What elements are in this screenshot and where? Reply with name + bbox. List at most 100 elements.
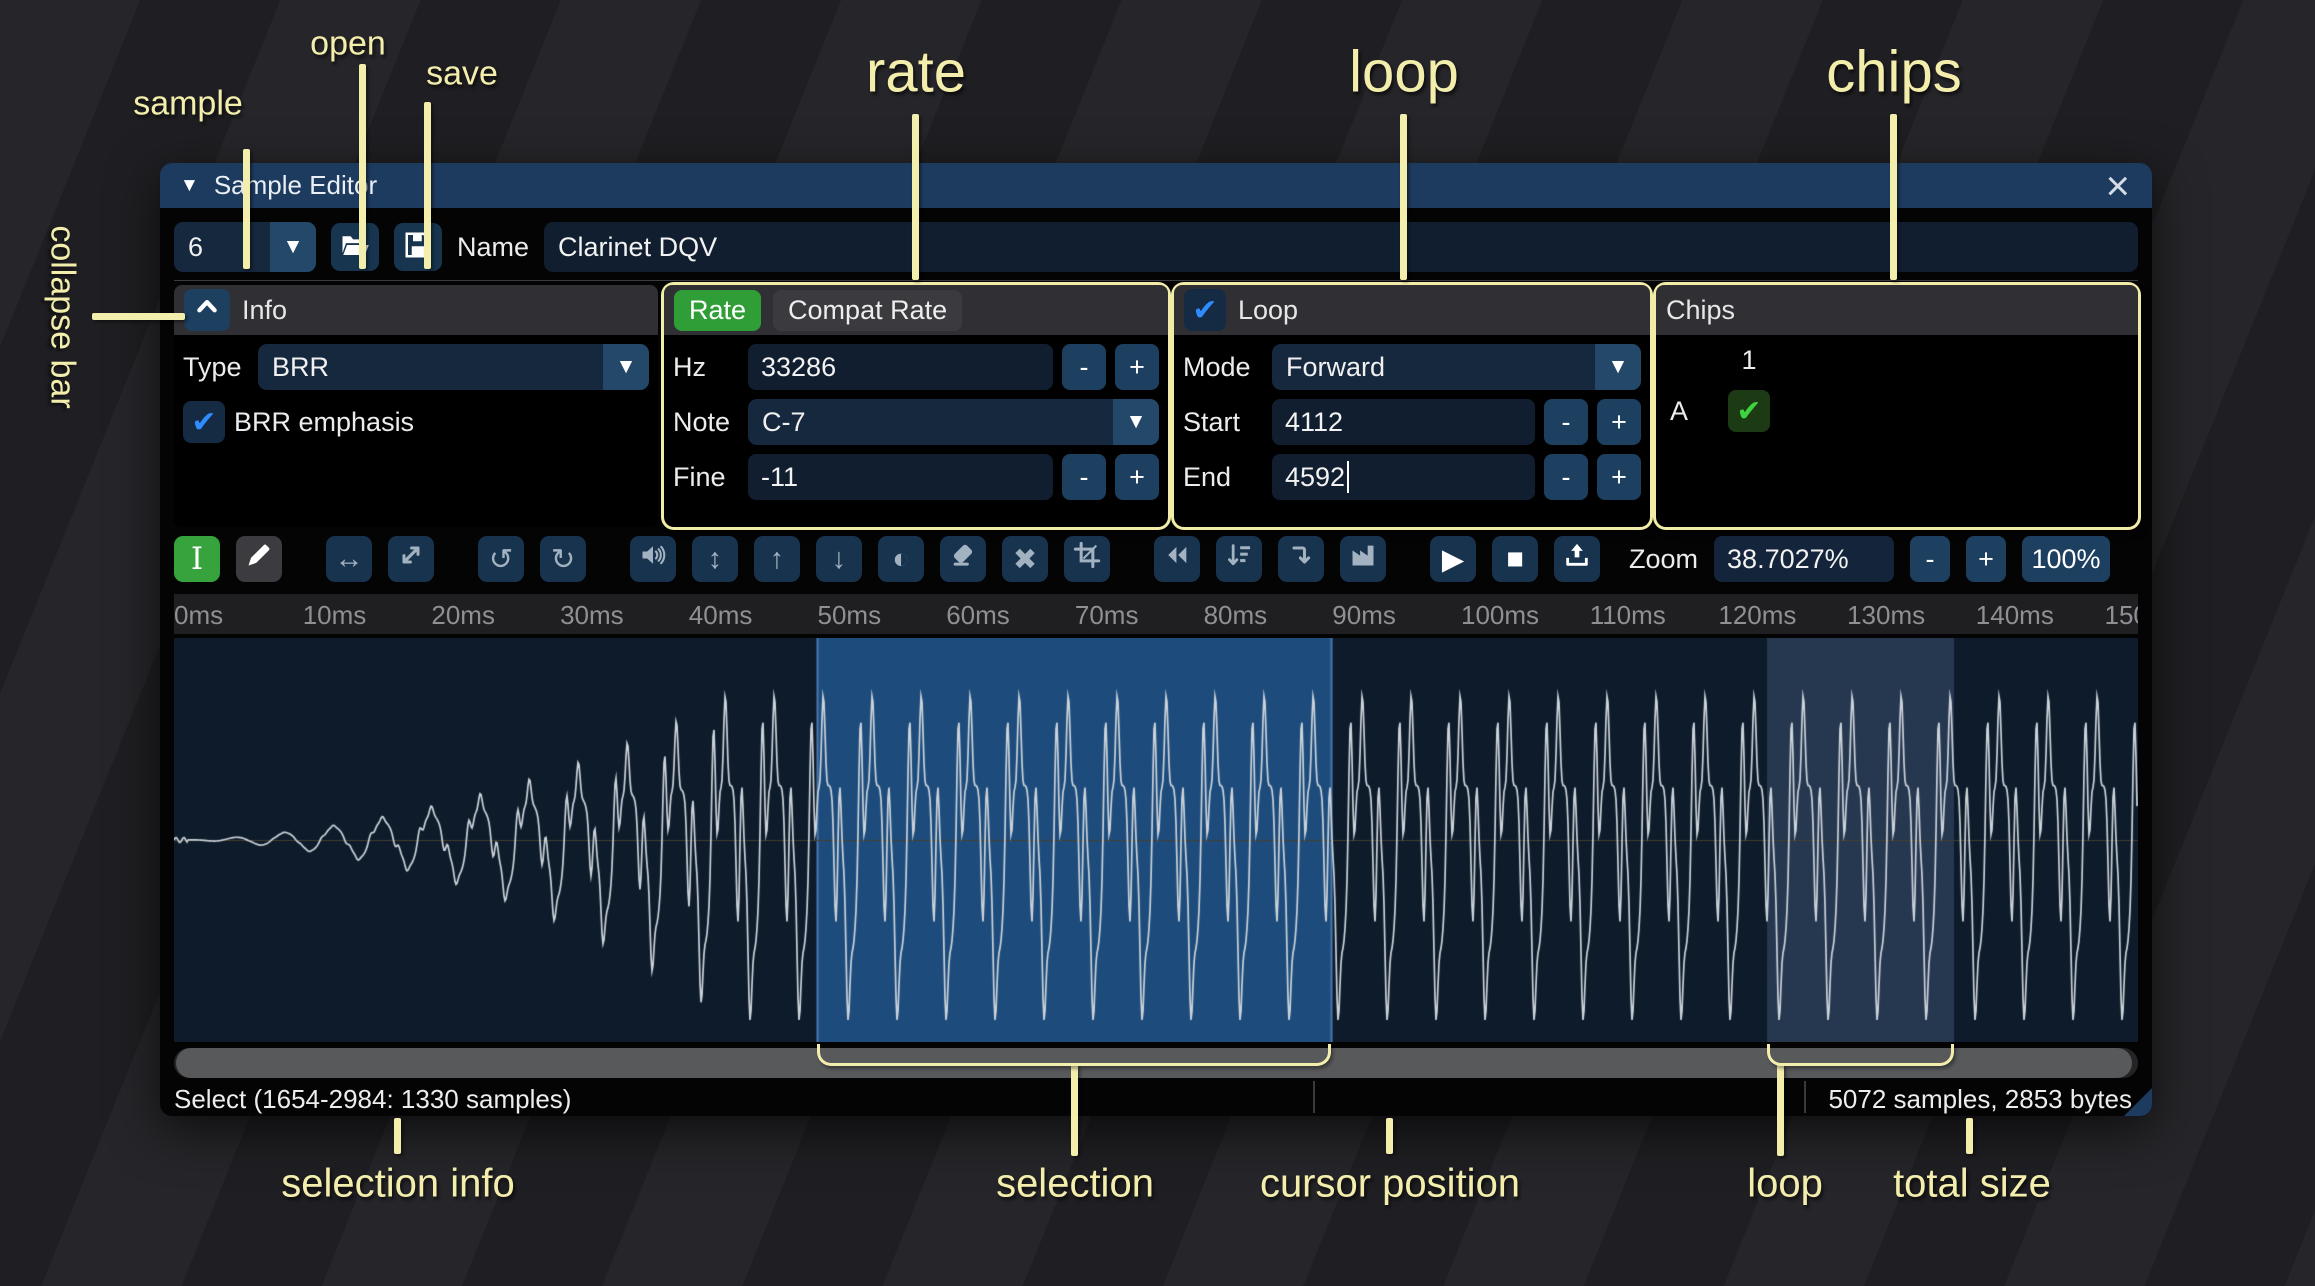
stop-button[interactable]: ■: [1492, 536, 1538, 582]
undo-button[interactable]: ↺: [478, 536, 524, 582]
ruler-label: 70ms: [1074, 600, 1139, 630]
type-dropdown[interactable]: BRR ▼: [258, 344, 649, 390]
fade-out-button[interactable]: ↓: [816, 536, 862, 582]
annotation-total-size: total size: [1893, 1161, 2051, 1206]
draw-tool-button[interactable]: [236, 536, 282, 582]
tab-compat-rate[interactable]: Compat Rate: [773, 289, 963, 331]
fine-input[interactable]: -11: [748, 454, 1053, 500]
divider: [174, 280, 2138, 281]
tab-rate[interactable]: Rate: [674, 289, 762, 331]
loop-start-input[interactable]: 4112: [1272, 399, 1535, 445]
ruler-label: 0ms: [174, 600, 224, 630]
create-instrument-button[interactable]: [1340, 536, 1386, 582]
mode-label: Mode: [1183, 351, 1251, 382]
hz-plus-button[interactable]: +: [1115, 344, 1159, 390]
loop-body: Mode Forward ▼ Start 4112 - + End 4592 -…: [1174, 335, 1650, 527]
chip-enable-checkbox[interactable]: ✔: [1728, 390, 1770, 432]
ruler-label: 10ms: [302, 600, 367, 630]
ruler-label: 20ms: [431, 600, 495, 630]
loop-start-plus-button[interactable]: +: [1597, 399, 1641, 445]
info-panel: Info Type BRR ▼ ✔ BRR emphasis: [174, 285, 658, 527]
waveform-display[interactable]: [174, 638, 2138, 1042]
annotation-line-loop: [1400, 114, 1407, 280]
type-label: Type: [183, 351, 242, 382]
play-icon: ▶: [1441, 543, 1465, 576]
fine-plus-button[interactable]: +: [1115, 454, 1159, 500]
annotation-bracket-selection: [817, 1044, 1331, 1066]
annotation-selection-info: selection info: [281, 1161, 515, 1206]
ruler-label: 110ms: [1589, 600, 1666, 630]
info-body: Type BRR ▼ ✔ BRR emphasis: [174, 335, 658, 527]
status-bar: Select (1654-2984: 1330 samples) 5072 sa…: [174, 1081, 2138, 1114]
loop-mode-dropdown[interactable]: Forward ▼: [1272, 344, 1641, 390]
note-dropdown[interactable]: C-7 ▼: [748, 399, 1159, 445]
save-sample-button[interactable]: [394, 223, 442, 271]
loop-start-minus-button[interactable]: -: [1544, 399, 1588, 445]
open-sample-button[interactable]: [331, 223, 379, 271]
brr-emphasis-checkbox[interactable]: ✔: [183, 401, 225, 443]
name-input[interactable]: Clarinet DQV: [544, 222, 2138, 272]
ruler-label: 80ms: [1203, 600, 1268, 630]
reverse-button[interactable]: [1154, 536, 1200, 582]
zoom-out-button[interactable]: -: [1910, 536, 1951, 582]
zoom-in-button[interactable]: +: [1966, 536, 2007, 582]
arrow-up-icon: ↑: [769, 542, 785, 575]
window-collapse-icon[interactable]: ▼: [180, 175, 199, 197]
selection-info-text: Select (1654-2984: 1330 samples): [174, 1084, 572, 1114]
normalize-button[interactable]: ↕: [692, 536, 738, 582]
insert-button[interactable]: [1278, 536, 1324, 582]
redo-button[interactable]: ↻: [540, 536, 586, 582]
annotation-chips: chips: [1826, 39, 1962, 105]
ibeam-icon: I: [190, 541, 204, 577]
brr-emphasis-label: BRR emphasis: [234, 406, 415, 437]
play-button[interactable]: ▶: [1430, 536, 1476, 582]
annotation-rate: rate: [866, 39, 966, 105]
expand-diagonal-icon: [397, 541, 425, 577]
hz-input[interactable]: 33286: [748, 344, 1053, 390]
window-body: 6 ▼ Name Clarinet DQV Info Type BRR ▼ ✔ …: [160, 222, 2152, 1114]
chips-row: A ✔: [1670, 388, 2124, 434]
delete-button[interactable]: ✖: [1002, 536, 1048, 582]
loop-end-minus-button[interactable]: -: [1544, 454, 1588, 500]
loop-header: ✔ Loop: [1174, 285, 1650, 335]
collapse-bar-button[interactable]: [184, 289, 230, 331]
close-icon[interactable]: ×: [2105, 164, 2130, 206]
fade-in-button[interactable]: ↑: [754, 536, 800, 582]
loop-end-input[interactable]: 4592: [1272, 454, 1535, 500]
loop-panel: ✔ Loop Mode Forward ▼ Start 4112 - + End…: [1174, 285, 1650, 527]
eraser-icon: [949, 541, 977, 577]
upload-icon: [1563, 541, 1591, 577]
select-tool-button[interactable]: I: [174, 536, 220, 582]
resize-button[interactable]: ↔: [326, 536, 372, 582]
loop-end-value: 4592: [1285, 461, 1346, 492]
resample-button[interactable]: [388, 536, 434, 582]
rate-body: Hz 33286 - + Note C-7 ▼ Fine -11 - +: [664, 335, 1168, 527]
loop-end-label: End: [1183, 461, 1232, 492]
annotation-line-cursor-position: [1386, 1118, 1393, 1154]
export-button[interactable]: [1554, 536, 1600, 582]
note-label: Note: [673, 406, 731, 437]
zoom-reset-button[interactable]: 100%: [2022, 536, 2111, 582]
loop-header-label: Loop: [1238, 294, 1299, 325]
sort-descending-icon: [1225, 541, 1253, 577]
zoom-input[interactable]: 38.7027%: [1714, 536, 1895, 582]
trim-button[interactable]: [1064, 536, 1110, 582]
fine-minus-button[interactable]: -: [1062, 454, 1106, 500]
screenshot-root: ▼ Sample Editor × 6 ▼ Name Clarinet DQV …: [0, 0, 2315, 1286]
timeline-ruler: 0ms 10ms 20ms 30ms 40ms 50ms 60ms 70ms 80ms 90ms 1…: [174, 594, 2138, 634]
fine-label: Fine: [673, 461, 726, 492]
annotation-loop: loop: [1349, 39, 1459, 105]
amplify-button[interactable]: [630, 536, 676, 582]
loop-checkbox[interactable]: ✔: [1184, 289, 1226, 331]
stop-icon: ■: [1506, 542, 1524, 575]
loop-end-plus-button[interactable]: +: [1597, 454, 1641, 500]
arrows-horizontal-icon: ↔: [334, 542, 364, 575]
downsample-button[interactable]: [1216, 536, 1262, 582]
invert-button[interactable]: ◐: [878, 536, 924, 582]
hz-minus-button[interactable]: -: [1062, 344, 1106, 390]
half-circle-icon: ◐: [892, 542, 910, 575]
silence-button[interactable]: [940, 536, 986, 582]
annotation-line-selection: [1071, 1064, 1078, 1156]
resize-grip[interactable]: [2124, 1088, 2152, 1116]
annotation-line-chips: [1890, 114, 1897, 280]
